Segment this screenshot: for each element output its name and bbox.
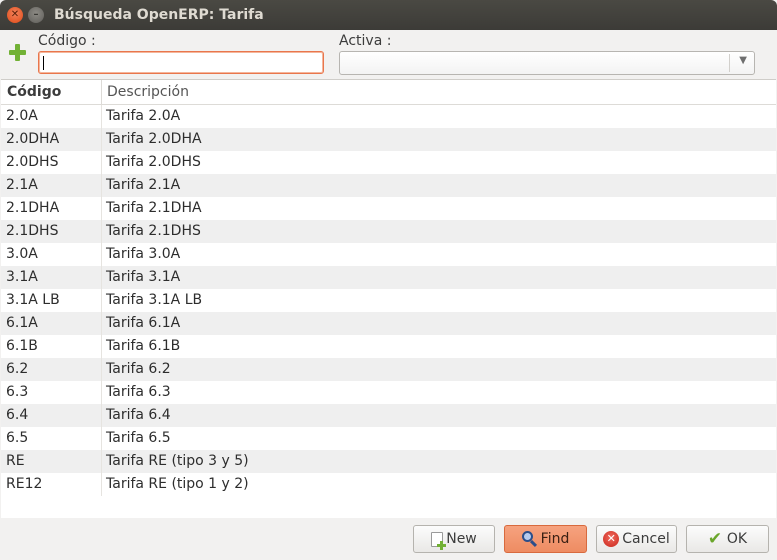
cell-descripcion: Tarifa 6.4 [106, 407, 171, 423]
find-button-label: Find [540, 531, 570, 547]
cell-divider [101, 473, 102, 496]
select-divider [729, 54, 730, 72]
cell-descripcion: Tarifa 6.1A [106, 315, 181, 331]
cell-descripcion: Tarifa 6.2 [106, 361, 171, 377]
table-row[interactable]: 2.1A Tarifa 2.1A [1, 174, 776, 197]
results-table: Código Descripción 2.0A Tarifa 2.0A 2.0DHA… [1, 79, 776, 518]
check-icon: ✔ [707, 529, 723, 549]
cell-divider [101, 151, 102, 174]
cell-divider [101, 289, 102, 312]
cell-divider [101, 266, 102, 289]
cell-descripcion: Tarifa 2.1DHA [106, 200, 202, 216]
cell-descripcion: Tarifa 3.1A LB [106, 292, 203, 308]
new-document-icon [431, 531, 447, 550]
search-icon [521, 531, 538, 548]
cell-codigo: RE12 [6, 476, 43, 492]
text-caret [43, 56, 44, 70]
column-header-descripcion[interactable]: Descripción [107, 84, 189, 100]
table-body: 2.0A Tarifa 2.0A 2.0DHA Tarifa 2.0DHA 2.0DHS… [1, 105, 776, 496]
table-row[interactable]: 3.0A Tarifa 3.0A [1, 243, 776, 266]
cell-descripcion: Tarifa RE (tipo 1 y 2) [106, 476, 249, 492]
cell-codigo: 6.1B [6, 338, 38, 354]
cell-divider [101, 197, 102, 220]
cell-divider [101, 220, 102, 243]
column-divider[interactable] [101, 80, 102, 105]
table-header: Código Descripción [1, 80, 776, 105]
plus-icon[interactable] [9, 44, 26, 61]
new-button-label: New [446, 531, 477, 547]
cell-codigo: 6.2 [6, 361, 29, 377]
cell-descripcion: Tarifa 6.1B [106, 338, 181, 354]
cell-descripcion: Tarifa 2.0DHS [106, 154, 201, 170]
minimize-icon[interactable]: – [28, 7, 44, 23]
table-row[interactable]: 6.5 Tarifa 6.5 [1, 427, 776, 450]
cell-divider [101, 105, 102, 128]
cell-descripcion: Tarifa 3.0A [106, 246, 181, 262]
new-button[interactable]: New [413, 525, 495, 553]
cancel-button[interactable]: ✕ Cancel [596, 525, 677, 553]
cell-descripcion: Tarifa 2.0DHA [106, 131, 202, 147]
cell-descripcion: Tarifa 2.1DHS [106, 223, 201, 239]
ok-button-label: OK [726, 531, 748, 547]
activa-select[interactable]: ▼ [339, 51, 755, 75]
activa-label: Activa : [339, 33, 392, 49]
cell-codigo: 2.0A [6, 108, 38, 124]
cell-codigo: 6.3 [6, 384, 29, 400]
chevron-down-icon[interactable]: ▼ [739, 55, 747, 66]
cell-codigo: 2.0DHA [6, 131, 60, 147]
find-button[interactable]: Find [504, 525, 587, 553]
table-row[interactable]: 2.0A Tarifa 2.0A [1, 105, 776, 128]
cell-divider [101, 358, 102, 381]
close-icon[interactable]: ✕ [7, 7, 23, 23]
table-row[interactable]: 2.1DHS Tarifa 2.1DHS [1, 220, 776, 243]
cell-divider [101, 381, 102, 404]
cell-codigo: 2.1DHA [6, 200, 60, 216]
table-row[interactable]: 2.0DHS Tarifa 2.0DHS [1, 151, 776, 174]
window-title: Búsqueda OpenERP: Tarifa [54, 7, 264, 23]
codigo-input[interactable] [38, 51, 324, 74]
cell-codigo: 3.1A [6, 269, 38, 285]
table-row[interactable]: 2.1DHA Tarifa 2.1DHA [1, 197, 776, 220]
cell-descripcion: Tarifa 6.3 [106, 384, 171, 400]
ok-button[interactable]: ✔ OK [686, 525, 769, 553]
cell-descripcion: Tarifa 6.5 [106, 430, 171, 446]
table-row[interactable]: RE Tarifa RE (tipo 3 y 5) [1, 450, 776, 473]
table-row[interactable]: 6.1B Tarifa 6.1B [1, 335, 776, 358]
table-row[interactable]: 6.4 Tarifa 6.4 [1, 404, 776, 427]
table-row[interactable]: 6.3 Tarifa 6.3 [1, 381, 776, 404]
cancel-button-label: Cancel [622, 531, 670, 547]
cell-codigo: 2.0DHS [6, 154, 59, 170]
cell-codigo: 6.4 [6, 407, 29, 423]
cell-divider [101, 243, 102, 266]
cell-descripcion: Tarifa 2.1A [106, 177, 181, 193]
table-row[interactable]: 2.0DHA Tarifa 2.0DHA [1, 128, 776, 151]
cell-codigo: 2.1DHS [6, 223, 59, 239]
column-header-codigo[interactable]: Código [7, 84, 61, 100]
cell-divider [101, 128, 102, 151]
table-row[interactable]: 3.1A LB Tarifa 3.1A LB [1, 289, 776, 312]
cell-codigo: RE [6, 453, 25, 469]
cell-descripcion: Tarifa 3.1A [106, 269, 181, 285]
table-row[interactable]: 6.1A Tarifa 6.1A [1, 312, 776, 335]
table-row[interactable]: 6.2 Tarifa 6.2 [1, 358, 776, 381]
cell-divider [101, 312, 102, 335]
table-row[interactable]: 3.1A Tarifa 3.1A [1, 266, 776, 289]
cell-codigo: 6.1A [6, 315, 38, 331]
cell-codigo: 6.5 [6, 430, 29, 446]
cell-divider [101, 174, 102, 197]
cancel-icon: ✕ [603, 531, 620, 547]
cell-codigo: 3.1A LB [6, 292, 60, 308]
table-row[interactable]: RE12 Tarifa RE (tipo 1 y 2) [1, 473, 776, 496]
cell-divider [101, 450, 102, 473]
title-bar: ✕ – Búsqueda OpenERP: Tarifa [0, 0, 777, 30]
cell-codigo: 2.1A [6, 177, 38, 193]
cell-codigo: 3.0A [6, 246, 38, 262]
cell-divider [101, 404, 102, 427]
cell-divider [101, 427, 102, 450]
cell-descripcion: Tarifa RE (tipo 3 y 5) [106, 453, 249, 469]
cell-descripcion: Tarifa 2.0A [106, 108, 181, 124]
cell-divider [101, 335, 102, 358]
codigo-label: Código : [38, 33, 96, 49]
